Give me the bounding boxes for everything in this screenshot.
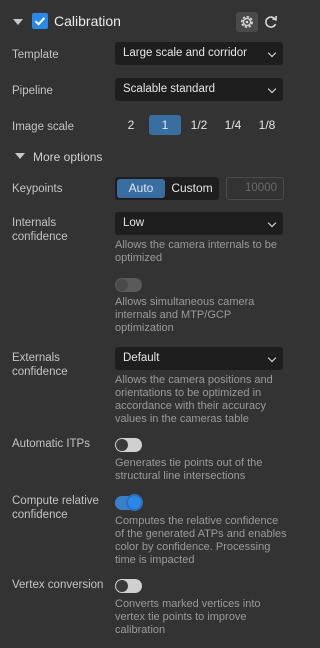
pipeline-select[interactable]: Scalable standard [115,78,283,101]
calibration-checkbox[interactable] [32,13,48,29]
automatic-itps-description: Generates tie points out of the structur… [115,457,263,482]
section-title: Calibration [54,13,121,29]
keypoints-custom-option[interactable]: Custom [167,179,217,198]
keypoints-value-input[interactable]: 10000 [226,177,284,200]
relative-confidence-label: Compute relative confidence [12,495,99,521]
toggle-knob [126,494,143,511]
template-select[interactable]: Large scale and corridor [115,42,283,65]
toggle-knob [116,580,128,592]
internals-select[interactable]: Low [115,212,283,235]
chevron-down-icon [267,353,277,363]
vertex-conversion-label: Vertex conversion [12,579,104,591]
gear-icon [241,16,253,28]
reset-button[interactable] [261,12,281,32]
internals-value: Low [123,217,145,229]
image-scale-selector: 2 1 1/2 1/4 1/8 [115,115,283,135]
automatic-itps-toggle[interactable] [115,438,142,452]
externals-label: Externals confidence [12,352,68,378]
chevron-down-icon [267,84,277,94]
keypoints-auto-option[interactable]: Auto [117,179,165,198]
keypoints-mode-selector: Auto Custom [115,177,219,200]
more-options-toggle-icon[interactable] [15,153,25,159]
keypoints-value-placeholder: 10000 [245,182,277,194]
vertex-conversion-description: Converts marked vertices into vertex tie… [115,598,261,636]
externals-description: Allows the camera positions and orientat… [115,374,273,425]
chevron-down-icon [267,48,277,58]
settings-button[interactable] [236,12,258,32]
refresh-icon [265,15,277,28]
vertex-conversion-toggle[interactable] [115,579,142,593]
automatic-itps-label: Automatic ITPs [12,438,90,450]
internals-description: Allows the camera internals to be optimi… [115,239,278,264]
pipeline-label: Pipeline [12,85,53,97]
keypoints-label: Keypoints [12,183,63,195]
externals-select[interactable]: Default [115,347,283,370]
checkmark-icon [34,17,46,26]
template-label: Template [12,49,59,61]
internals-label: Internals confidence [12,217,68,243]
relative-confidence-toggle[interactable] [115,494,143,511]
pipeline-value: Scalable standard [123,83,216,95]
image-scale-label: Image scale [12,121,75,133]
scale-option-quarter[interactable]: 1/4 [217,115,249,135]
relative-confidence-description: Computes the relative confidence of the … [115,515,287,566]
externals-value: Default [123,352,160,364]
scale-option-1[interactable]: 1 [149,115,181,135]
template-value: Large scale and corridor [123,47,248,59]
simultaneous-description: Allows simultaneous camera internals and… [115,296,255,334]
scale-option-half[interactable]: 1/2 [183,115,215,135]
simultaneous-toggle[interactable] [115,278,142,292]
toggle-knob [116,439,128,451]
scale-option-eighth[interactable]: 1/8 [251,115,283,135]
collapse-icon[interactable] [13,19,23,25]
chevron-down-icon [267,218,277,228]
toggle-knob [116,279,128,291]
scale-option-2[interactable]: 2 [115,115,147,135]
more-options-label[interactable]: More options [33,150,102,164]
